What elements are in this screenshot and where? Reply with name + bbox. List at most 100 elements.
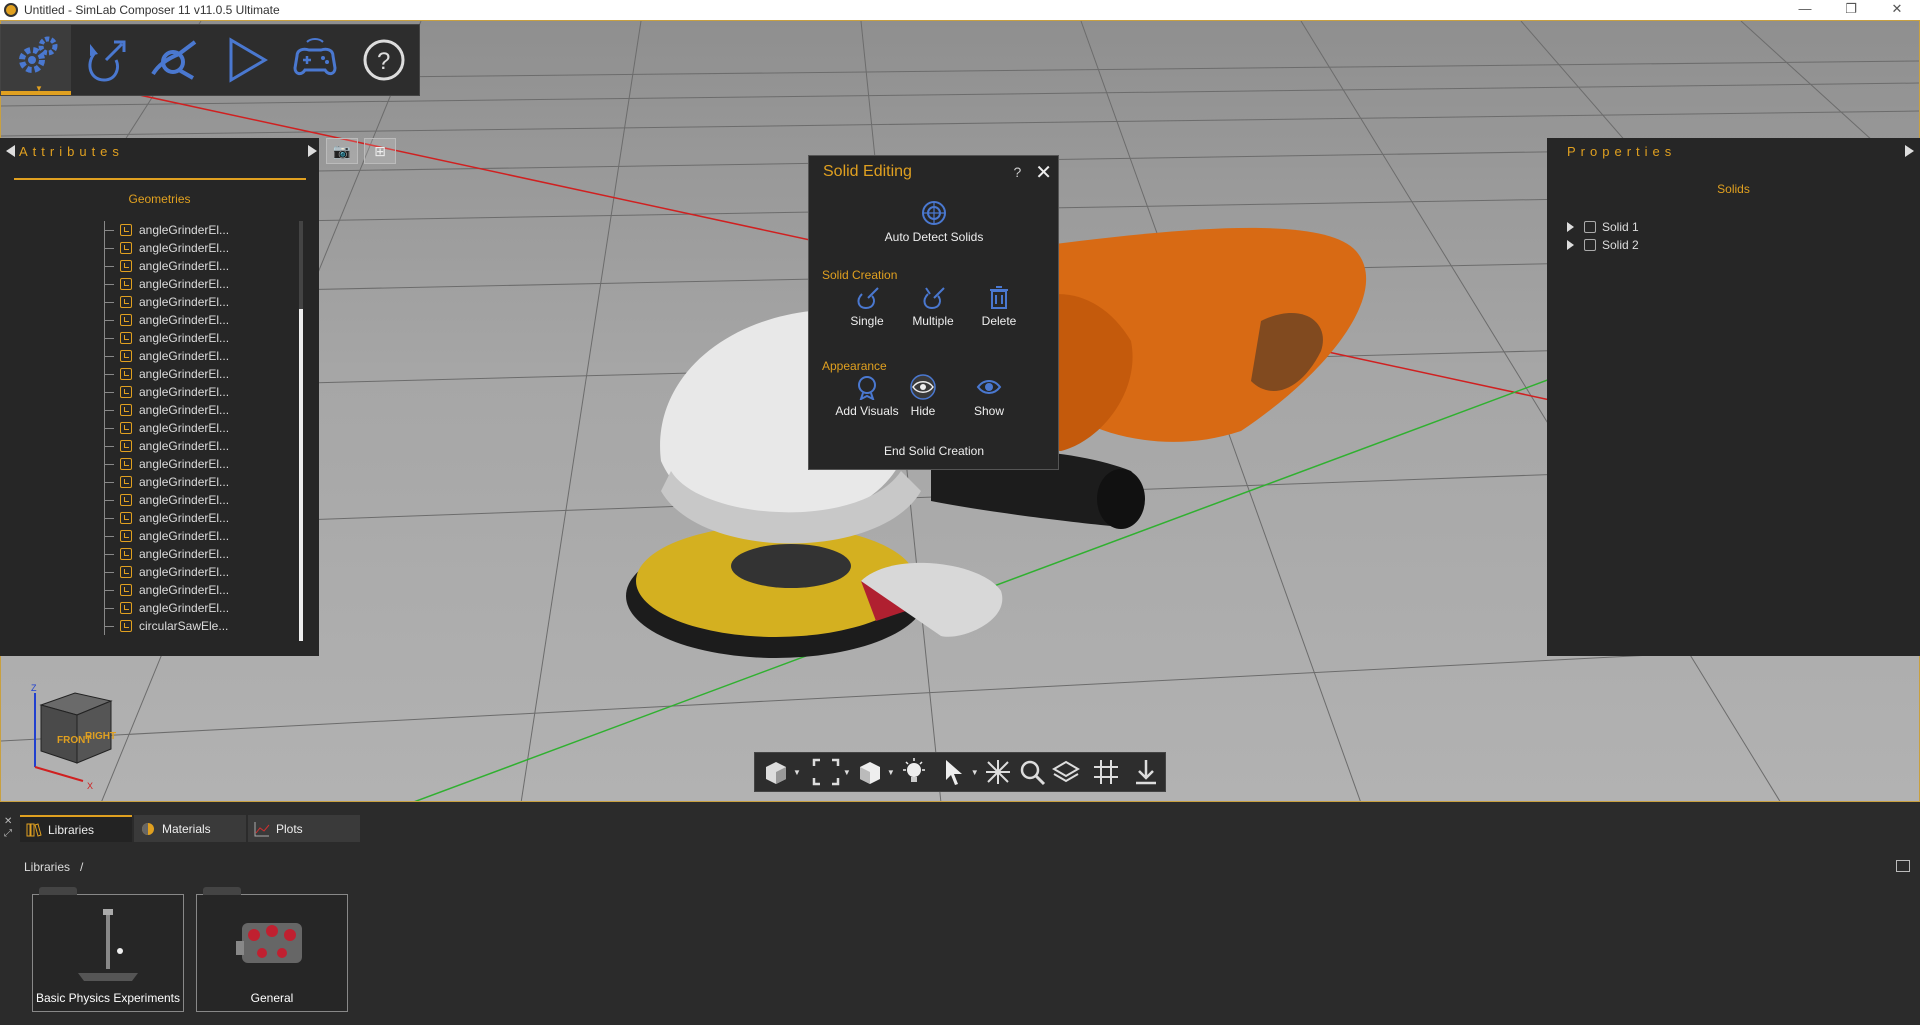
dialog-close-button[interactable]: ✕ — [1035, 160, 1052, 185]
multiple-label: Multiple — [912, 314, 954, 328]
geometry-label: angleGrinderEl... — [139, 511, 230, 525]
geometry-tree-item[interactable]: angleGrinderEl... — [104, 329, 294, 347]
geometry-tree-item[interactable]: angleGrinderEl... — [104, 221, 294, 239]
geometry-cube-icon — [120, 404, 132, 416]
geometry-tree-item[interactable]: circularSawEle... — [104, 617, 294, 635]
single-label: Single — [850, 314, 884, 328]
panel-menu-icon[interactable] — [1896, 860, 1910, 872]
select-tool-button[interactable] — [939, 756, 969, 788]
camera-snapshot-button[interactable]: 📷 — [326, 138, 358, 164]
expand-arrow-icon[interactable] — [1567, 240, 1574, 250]
tree-item-solid-1[interactable]: Solid 1 — [1567, 220, 1639, 234]
settings-mode-button[interactable]: ▼ — [1, 25, 71, 95]
geometry-tree-item[interactable]: angleGrinderEl... — [104, 491, 294, 509]
minimize-button[interactable]: — — [1782, 0, 1828, 20]
show-label: Show — [973, 404, 1005, 418]
geometry-tree-item[interactable]: angleGrinderEl... — [104, 365, 294, 383]
maximize-button[interactable]: ❐ — [1828, 0, 1874, 20]
geometry-tree-item[interactable]: angleGrinderEl... — [104, 275, 294, 293]
geometry-label: angleGrinderEl... — [139, 223, 230, 237]
help-button[interactable]: ? — [349, 25, 419, 95]
fit-view-button[interactable]: ⊞ — [364, 138, 396, 164]
vr-mode-button[interactable] — [280, 25, 350, 95]
multiple-button[interactable]: Multiple — [905, 284, 961, 328]
shading-button[interactable] — [855, 756, 885, 788]
tab-libraries[interactable]: Libraries — [20, 815, 132, 842]
geometry-label: angleGrinderEl... — [139, 295, 230, 309]
single-button[interactable]: Single — [839, 284, 895, 328]
library-general[interactable]: General — [196, 887, 348, 1012]
geometry-tree-item[interactable]: angleGrinderEl... — [104, 437, 294, 455]
dropdown-arrow-icon[interactable]: ▼ — [793, 768, 801, 777]
geometry-tree-item[interactable]: angleGrinderEl... — [104, 419, 294, 437]
geometry-tree-item[interactable]: angleGrinderEl... — [104, 239, 294, 257]
dialog-help-button[interactable]: ? — [1013, 164, 1021, 180]
lighting-button[interactable] — [899, 756, 929, 788]
tree-connector — [104, 401, 114, 419]
cube-right-label: RIGHT — [85, 731, 116, 742]
collapse-right-icon[interactable] — [1905, 145, 1914, 157]
hide-button[interactable]: Hide — [895, 374, 951, 418]
expand-right-icon[interactable] — [308, 145, 317, 157]
tree-connector — [104, 365, 114, 383]
dialog-title: Solid Editing — [823, 163, 912, 180]
expand-arrow-icon[interactable] — [1567, 222, 1574, 232]
tab-plots[interactable]: Plots — [248, 815, 360, 842]
geometry-cube-icon — [120, 566, 132, 578]
geometry-tree-item[interactable]: angleGrinderEl... — [104, 473, 294, 491]
geometry-tree-item[interactable]: angleGrinderEl... — [104, 581, 294, 599]
panel-close-icons[interactable]: ✕ ⤢ — [4, 816, 12, 840]
geometry-tree-item[interactable]: angleGrinderEl... — [104, 563, 294, 581]
collapse-left-icon[interactable] — [6, 145, 15, 157]
geometry-tree-item[interactable]: angleGrinderEl... — [104, 293, 294, 311]
play-mode-button[interactable] — [210, 25, 280, 95]
tree-connector — [104, 257, 114, 275]
view-cube[interactable]: FRONT RIGHT Z X — [29, 681, 125, 791]
plot-icon — [254, 821, 270, 836]
geometry-tree-item[interactable]: angleGrinderEl... — [104, 527, 294, 545]
layers-button[interactable] — [1051, 756, 1081, 788]
solid-icon — [1584, 221, 1596, 233]
geometry-tree-item[interactable]: angleGrinderEl... — [104, 455, 294, 473]
geometry-label: angleGrinderEl... — [139, 547, 230, 561]
scene-mode-button[interactable] — [71, 25, 141, 95]
grid-toggle-button[interactable] — [1091, 756, 1121, 788]
frame-view-button[interactable] — [811, 756, 841, 788]
close-window-button[interactable]: ✕ — [1874, 0, 1920, 20]
geometry-tree-item[interactable]: angleGrinderEl... — [104, 509, 294, 527]
attributes-header: Attributes — [0, 138, 319, 164]
geometry-tree-item[interactable]: angleGrinderEl... — [104, 599, 294, 617]
library-basic-physics-experiments[interactable]: Basic Physics Experiments — [32, 887, 184, 1012]
tree-connector — [104, 293, 114, 311]
view-mode-button[interactable] — [761, 756, 791, 788]
zoom-button[interactable] — [1017, 756, 1047, 788]
dropdown-arrow-icon[interactable]: ▼ — [843, 768, 851, 777]
tab-materials[interactable]: Materials — [134, 815, 246, 842]
geometry-tree-item[interactable]: angleGrinderEl... — [104, 257, 294, 275]
solids-heading: Solids — [1717, 182, 1750, 196]
geometry-tree-item[interactable]: angleGrinderEl... — [104, 383, 294, 401]
dropdown-arrow-icon[interactable]: ▼ — [971, 768, 979, 777]
tree-item-solid-2[interactable]: Solid 2 — [1567, 238, 1639, 252]
auto-detect-solids-button[interactable]: Auto Detect Solids — [879, 200, 989, 244]
geometry-cube-icon — [120, 260, 132, 272]
show-button[interactable]: Show — [961, 374, 1017, 418]
geometry-tree-item[interactable]: angleGrinderEl... — [104, 401, 294, 419]
geometry-tree-item[interactable]: angleGrinderEl... — [104, 347, 294, 365]
hide-label: Hide — [910, 404, 936, 418]
dropdown-arrow-icon[interactable]: ▼ — [887, 768, 895, 777]
mechanics-mode-button[interactable] — [140, 25, 210, 95]
breadcrumb-libraries[interactable]: Libraries — [24, 860, 70, 874]
geometry-tree-item[interactable]: angleGrinderEl... — [104, 545, 294, 563]
add-visuals-button[interactable]: Add Visuals — [831, 374, 903, 418]
properties-title: Properties — [1567, 143, 1677, 159]
scrollbar-thumb[interactable] — [299, 309, 303, 641]
geometries-scrollbar[interactable] — [299, 221, 303, 641]
scale-tool-button[interactable] — [983, 756, 1013, 788]
geometry-tree-item[interactable]: angleGrinderEl... — [104, 311, 294, 329]
delete-button[interactable]: Delete — [971, 284, 1027, 328]
engine-thumbnail — [236, 923, 302, 963]
drop-to-floor-button[interactable] — [1131, 756, 1161, 788]
tree-connector — [104, 221, 114, 239]
end-solid-creation-button[interactable]: End Solid Creation — [849, 444, 1019, 458]
